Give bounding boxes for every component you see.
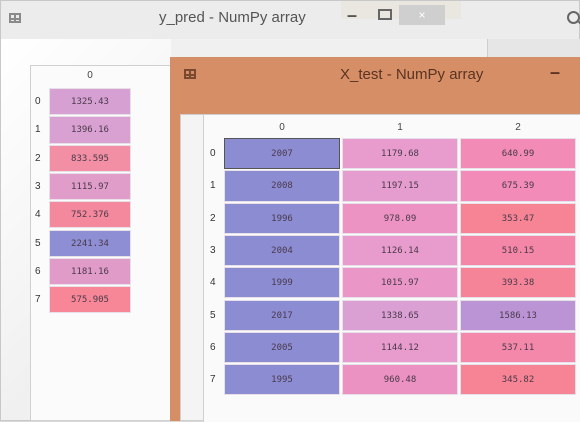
table-cell[interactable]: 1181.16: [49, 257, 131, 286]
table-cell[interactable]: 1995: [224, 364, 340, 396]
column-header-0: 0: [279, 122, 285, 133]
table-cell[interactable]: 1996: [224, 202, 340, 234]
table-cell[interactable]: 1586.13: [460, 299, 576, 331]
minimize-button[interactable]: –: [347, 6, 357, 24]
table-cell[interactable]: 978.09: [342, 202, 458, 234]
row-index: 2: [210, 212, 216, 224]
table-cell[interactable]: 575.905: [49, 286, 131, 314]
table-cell[interactable]: 675.39: [460, 170, 576, 202]
table-cell[interactable]: 640.99: [460, 138, 576, 170]
row-index: 5: [210, 309, 216, 321]
row-index: 3: [35, 180, 41, 192]
table-cell[interactable]: 833.595: [49, 144, 131, 172]
table-cell[interactable]: 345.82: [460, 364, 576, 396]
x-test-titlebar[interactable]: X_test - NumPy array –: [170, 57, 580, 95]
minimize-button[interactable]: –: [550, 63, 560, 81]
table-cell[interactable]: 1396.16: [49, 116, 131, 144]
table-cell[interactable]: 1015.97: [342, 267, 458, 299]
row-index: 4: [210, 277, 216, 289]
row-index: 5: [35, 237, 41, 249]
table-cell[interactable]: 1325.43: [49, 88, 131, 116]
table-cell[interactable]: 2005: [224, 331, 340, 364]
table-cell[interactable]: 2008: [224, 170, 340, 202]
column-header-0: 0: [87, 70, 93, 81]
row-index: 1: [210, 180, 216, 192]
row-index: 7: [35, 294, 41, 306]
close-button[interactable]: ×: [399, 5, 445, 25]
table-cell[interactable]: 1115.97: [49, 172, 131, 201]
y-pred-table: 0 0 1325.43 1 1396.16 2 833.595 3 1115.97 4 752.3…: [30, 65, 190, 421]
row-index: 7: [210, 374, 216, 386]
table-cell[interactable]: 1144.12: [342, 331, 458, 364]
table-cell[interactable]: 1126.14: [342, 234, 458, 267]
row-index: 2: [35, 152, 41, 164]
table-cell[interactable]: 1338.65: [342, 299, 458, 331]
x-test-table: 0 1 2 0 2007 1179.68 640.99 1 2008 1197.15 675.39…: [180, 114, 580, 422]
table-cell[interactable]: 960.48: [342, 364, 458, 396]
grid-icon: [184, 69, 196, 79]
row-index: 1: [35, 124, 41, 136]
table-cell[interactable]: 510.15: [460, 234, 576, 267]
row-index: 6: [35, 265, 41, 277]
table-cell[interactable]: 1179.68: [342, 138, 458, 170]
grid-icon: [9, 13, 21, 23]
column-header-2: 2: [515, 122, 521, 133]
row-index: 6: [210, 341, 216, 353]
table-cell[interactable]: 393.38: [460, 267, 576, 299]
y-pred-titlebar[interactable]: y_pred - NumPy array – ×: [1, 1, 580, 39]
x-test-title: X_test - NumPy array: [340, 66, 484, 83]
maximize-button[interactable]: [378, 9, 392, 20]
x-test-grid: 0 1 2 0 2007 1179.68 640.99 1 2008 1197.15 675.39…: [203, 115, 580, 422]
search-icon[interactable]: [567, 11, 580, 24]
table-cell[interactable]: 2017: [224, 299, 340, 331]
column-header-1: 1: [397, 122, 403, 133]
row-index: 3: [210, 244, 216, 256]
table-cell[interactable]: 537.11: [460, 331, 576, 364]
row-index: 0: [210, 148, 216, 159]
row-index: 0: [35, 96, 41, 107]
table-cell[interactable]: 2004: [224, 234, 340, 267]
table-cell[interactable]: 752.376: [49, 201, 131, 229]
y-pred-title: y_pred - NumPy array: [159, 9, 306, 26]
row-index: 4: [35, 209, 41, 221]
table-cell[interactable]: 2007: [224, 138, 340, 170]
table-cell[interactable]: 353.47: [460, 202, 576, 234]
table-cell[interactable]: 2241.34: [49, 229, 131, 257]
table-cell[interactable]: 1197.15: [342, 170, 458, 202]
table-cell[interactable]: 1999: [224, 267, 340, 299]
